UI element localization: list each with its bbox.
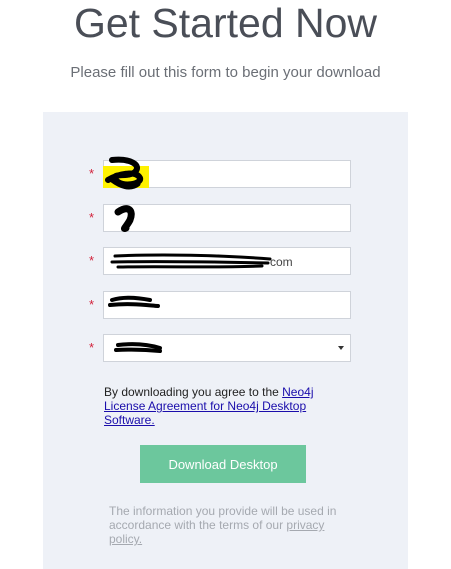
email-field[interactable]: com bbox=[103, 247, 351, 275]
company-input[interactable] bbox=[104, 292, 350, 318]
agreement-text: By downloading you agree to the Neo4j Li… bbox=[104, 385, 354, 427]
page-subtitle: Please fill out this form to begin your … bbox=[70, 64, 381, 81]
form-row-country: * bbox=[43, 334, 408, 362]
page-title: Get Started Now bbox=[73, 0, 378, 46]
required-marker: * bbox=[89, 210, 95, 225]
required-marker: * bbox=[89, 297, 95, 312]
chevron-down-icon[interactable] bbox=[338, 346, 344, 350]
required-marker: * bbox=[89, 340, 95, 355]
agreement-prefix: By downloading you agree to the bbox=[104, 385, 283, 399]
form-row-first-name: * bbox=[43, 160, 408, 188]
download-desktop-button[interactable]: Download Desktop bbox=[140, 445, 306, 483]
download-form: * * * com * * By downloading you agree t… bbox=[43, 112, 408, 569]
privacy-note: The information you provide will be used… bbox=[109, 504, 355, 546]
required-marker: * bbox=[89, 253, 95, 268]
form-row-company: * bbox=[43, 291, 408, 319]
country-select[interactable] bbox=[103, 334, 351, 362]
email-visible-text: com bbox=[270, 255, 293, 269]
form-row-last-name: * bbox=[43, 204, 408, 232]
required-marker: * bbox=[89, 166, 95, 181]
last-name-field[interactable] bbox=[103, 204, 351, 232]
first-name-field[interactable] bbox=[103, 160, 351, 188]
form-row-email: * com bbox=[43, 247, 408, 275]
company-field[interactable] bbox=[103, 291, 351, 319]
first-name-input[interactable] bbox=[104, 161, 350, 187]
last-name-input[interactable] bbox=[104, 205, 350, 231]
